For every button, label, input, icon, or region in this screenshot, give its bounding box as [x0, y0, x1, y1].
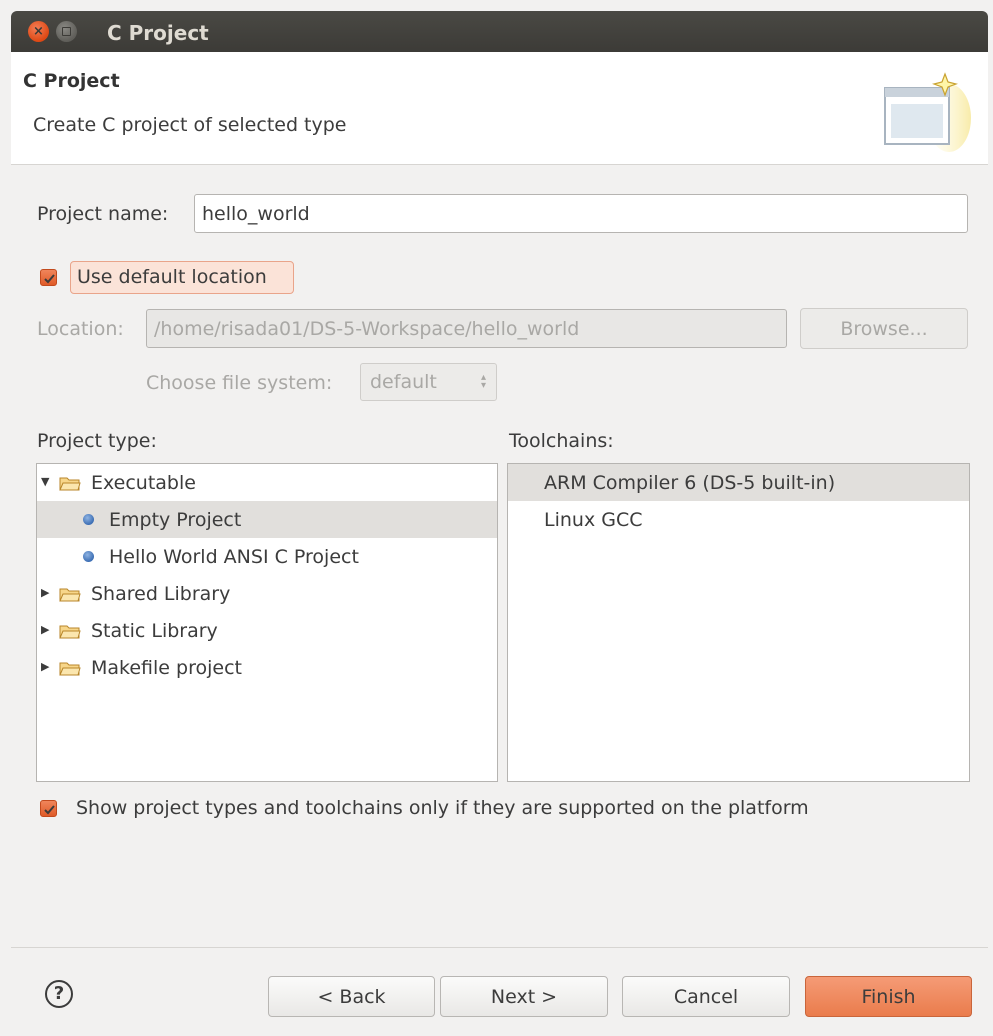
project-type-label: Project type:	[37, 430, 157, 452]
tree-item-static-library[interactable]: ▶ Static Library	[37, 612, 497, 649]
folder-icon	[59, 625, 81, 639]
footer-separator	[11, 947, 988, 948]
title-bar: × C Project	[11, 11, 988, 52]
expanded-arrow-icon[interactable]: ▼	[41, 475, 49, 488]
browse-button[interactable]: Browse...	[800, 308, 968, 349]
toolchain-item-linux-gcc[interactable]: Linux GCC	[508, 501, 969, 538]
project-template-icon	[83, 551, 94, 562]
show-supported-label[interactable]: Show project types and toolchains only i…	[76, 797, 809, 819]
tree-item-executable[interactable]: ▼ Executable	[37, 464, 497, 501]
page-description: Create C project of selected type	[33, 114, 347, 136]
finish-button[interactable]: Finish	[805, 976, 972, 1017]
file-system-select[interactable]: default ▴ ▾	[360, 363, 497, 401]
file-system-value: default	[370, 371, 437, 393]
folder-icon	[59, 477, 81, 491]
project-name-label: Project name:	[37, 203, 169, 225]
location-input[interactable]	[146, 309, 787, 348]
collapsed-arrow-icon[interactable]: ▶	[41, 586, 49, 599]
tree-item-makefile-project[interactable]: ▶ Makefile project	[37, 649, 497, 686]
toolchains-list[interactable]: ARM Compiler 6 (DS-5 built-in) Linux GCC	[507, 463, 970, 782]
spinner-arrows-icon: ▴ ▾	[480, 372, 486, 391]
close-icon[interactable]: ×	[28, 21, 49, 42]
next-button[interactable]: Next >	[440, 976, 608, 1017]
collapsed-arrow-icon[interactable]: ▶	[41, 660, 49, 673]
help-icon[interactable]: ?	[45, 980, 73, 1008]
tree-item-hello-world-ansi-c[interactable]: Hello World ANSI C Project	[37, 538, 497, 575]
folder-icon	[59, 588, 81, 602]
project-type-tree[interactable]: ▼ Executable Empty Project Hello World A…	[36, 463, 498, 782]
new-project-wizard-icon	[884, 72, 971, 152]
collapsed-arrow-icon[interactable]: ▶	[41, 623, 49, 636]
wizard-header: C Project Create C project of selected t…	[11, 52, 988, 165]
use-default-location-checkbox[interactable]	[40, 269, 57, 286]
file-system-label: Choose file system:	[146, 372, 333, 394]
page-title: C Project	[23, 70, 120, 92]
cancel-button[interactable]: Cancel	[622, 976, 790, 1017]
window-title: C Project	[107, 21, 209, 45]
minimize-icon[interactable]	[56, 21, 77, 42]
project-name-input[interactable]	[194, 194, 968, 233]
use-default-location-label[interactable]: Use default location	[77, 266, 267, 288]
tree-item-shared-library[interactable]: ▶ Shared Library	[37, 575, 497, 612]
folder-icon	[59, 662, 81, 676]
toolchain-item-arm-compiler-6[interactable]: ARM Compiler 6 (DS-5 built-in)	[508, 464, 969, 501]
show-supported-checkbox[interactable]	[40, 800, 57, 817]
back-button[interactable]: < Back	[268, 976, 435, 1017]
location-label: Location:	[37, 318, 124, 340]
project-template-icon	[83, 514, 94, 525]
tree-item-empty-project[interactable]: Empty Project	[37, 501, 497, 538]
toolchains-label: Toolchains:	[509, 430, 614, 452]
